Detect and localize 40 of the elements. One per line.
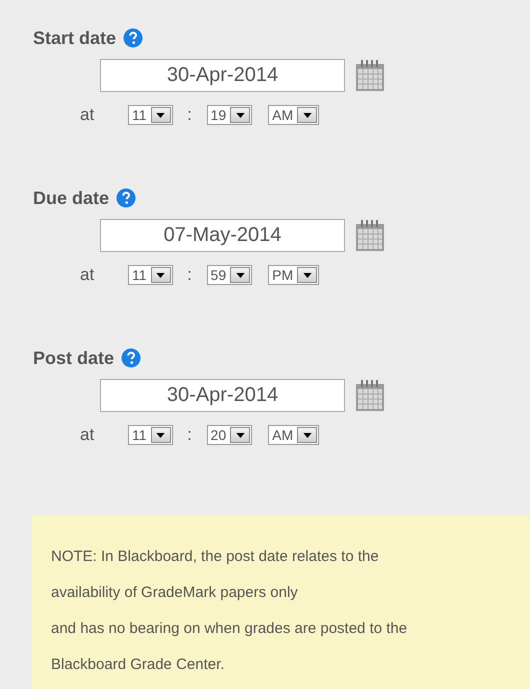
note-text: availability of GradeMark papers only [51,583,299,603]
time-separator: : [186,265,193,285]
at-label: at [80,425,96,445]
calendar-icon[interactable] [355,378,385,412]
caret-icon [156,432,166,438]
caret-icon [302,272,312,278]
minute-select[interactable]: 20 [206,425,252,445]
minute-select[interactable]: 59 [206,265,252,285]
date-field[interactable]: 07-May-2014 [100,218,345,252]
hour-select[interactable]: 11 [128,265,173,285]
note-text: and has no bearing on when grades are posted to the [51,619,408,639]
field-label: Start date [33,28,116,48]
ampm-select[interactable]: AM [268,425,320,445]
time-separator: : [186,425,193,445]
field-label: Due date [33,188,110,208]
hour-select[interactable]: 11 [128,105,173,125]
help-icon[interactable] [123,28,144,48]
caret-icon [302,432,312,438]
calendar-icon[interactable] [355,58,385,92]
help-icon[interactable] [121,348,142,368]
at-label: at [80,105,96,125]
caret-icon [236,432,245,438]
caret-icon [156,112,166,118]
field-label: Post date [33,348,114,368]
note-text: NOTE: In Blackboard, the post date relates to the [51,547,380,567]
caret-icon [236,272,245,278]
caret-icon [156,272,166,278]
caret-icon [302,112,312,118]
caret-icon [236,112,245,118]
note-text: Blackboard Grade Center. [51,655,226,675]
ampm-select[interactable]: AM [268,105,320,125]
date-field[interactable]: 30-Apr-2014 [100,58,345,92]
minute-select[interactable]: 19 [206,105,252,125]
help-icon[interactable] [116,188,136,208]
calendar-icon[interactable] [355,218,385,252]
hour-select[interactable]: 11 [128,425,173,445]
date-field[interactable]: 30-Apr-2014 [100,378,345,412]
time-separator: : [186,105,193,125]
ampm-select[interactable]: PM [268,265,320,285]
at-label: at [80,265,96,285]
